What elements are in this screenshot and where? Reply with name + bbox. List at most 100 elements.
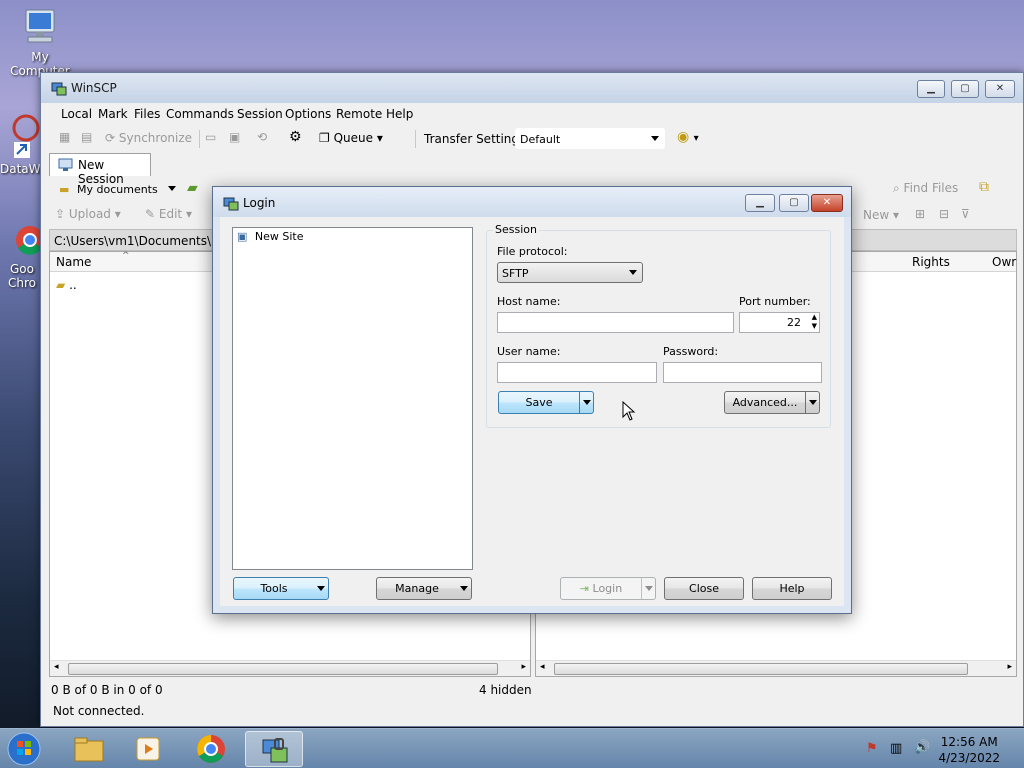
global-icon[interactable]: ◉ ▾ xyxy=(677,129,699,145)
minimize-button[interactable]: ▁ xyxy=(917,80,945,98)
user-name-input[interactable] xyxy=(497,362,657,383)
action-center-icon[interactable]: ⚑ xyxy=(866,741,878,756)
refresh-icon[interactable]: ⟲ xyxy=(257,130,267,144)
port-spin-up[interactable]: ▲ xyxy=(812,313,817,322)
edit-button[interactable]: ✎ Edit ▾ xyxy=(145,207,192,221)
taskbar-explorer[interactable] xyxy=(60,731,118,767)
terminal-icon[interactable]: ▣ xyxy=(229,130,240,144)
column-name[interactable]: Name xyxy=(56,255,91,269)
desktop-icon-my-computer[interactable]: My Computer xyxy=(0,8,80,78)
desktop-icon-google-chrome[interactable]: Goo Chro xyxy=(0,218,44,290)
save-button[interactable]: Save xyxy=(498,391,594,414)
folder-icon xyxy=(74,737,104,762)
maximize-button[interactable]: ▢ xyxy=(779,194,809,212)
maximize-button[interactable]: ▢ xyxy=(951,80,979,98)
transfer-settings-select[interactable]: Default xyxy=(515,128,665,149)
port-number-value: 22 xyxy=(787,316,801,329)
start-button[interactable] xyxy=(6,731,46,767)
tab-new-session[interactable]: New Session xyxy=(49,153,151,186)
winscp-titlebar[interactable]: WinSCP ▁ ▢ ✕ xyxy=(41,73,1023,103)
menu-mark[interactable]: Mark xyxy=(98,107,128,121)
compare-dirs-icon[interactable]: ▦ xyxy=(59,130,70,144)
taskbar-chrome[interactable] xyxy=(182,731,240,767)
menu-remote[interactable]: Remote xyxy=(336,107,382,121)
synchronize-button[interactable]: ⟳ Synchronize xyxy=(105,131,192,145)
scroll-right-icon[interactable]: ▸ xyxy=(521,662,526,672)
sync-browse-icon[interactable]: ▤ xyxy=(81,130,92,144)
local-location-select[interactable]: ▬ My documents xyxy=(55,179,181,200)
menu-help[interactable]: Help xyxy=(386,107,413,121)
filter-icon[interactable]: ⊽ xyxy=(961,207,970,221)
menu-files[interactable]: Files xyxy=(134,107,160,121)
scroll-thumb[interactable] xyxy=(554,663,968,675)
list-item[interactable]: ▰ .. xyxy=(56,278,77,292)
scroll-right-icon[interactable]: ▸ xyxy=(1007,662,1012,672)
menu-session[interactable]: Session xyxy=(237,107,283,121)
remote-horizontal-scrollbar[interactable]: ◂ ▸ xyxy=(536,660,1016,676)
dialog-title: Login xyxy=(243,196,276,210)
help-button[interactable]: Help xyxy=(752,577,832,600)
column-rights[interactable]: Rights xyxy=(912,255,950,269)
file-protocol-select[interactable]: SFTP xyxy=(497,262,643,283)
login-dropdown-arrow[interactable] xyxy=(641,578,655,599)
password-input[interactable] xyxy=(663,362,822,383)
volume-icon[interactable]: 🔊 xyxy=(914,740,930,755)
clock-time: 12:56 AM xyxy=(940,735,998,749)
scroll-left-icon[interactable]: ◂ xyxy=(540,662,545,672)
hidden-files-status: 4 hidden xyxy=(479,683,532,697)
sort-asc-icon: ^ xyxy=(122,251,130,261)
edit-label: Edit xyxy=(158,207,183,221)
manage-button[interactable]: Manage xyxy=(376,577,472,600)
open-folder-icon[interactable]: ▰ xyxy=(187,180,198,196)
taskbar-winscp[interactable] xyxy=(245,731,303,767)
desktop-icon-label: Chro xyxy=(8,276,36,290)
new-label: New xyxy=(863,208,890,222)
gear-icon[interactable]: ⚙ xyxy=(289,129,302,145)
port-spin-down[interactable]: ▼ xyxy=(812,322,817,331)
minimize-button[interactable]: ▁ xyxy=(745,194,775,212)
computer-icon xyxy=(25,9,55,43)
close-button[interactable]: Close xyxy=(664,577,744,600)
port-number-input[interactable]: 22 ▲ ▼ xyxy=(739,312,820,333)
host-name-input[interactable] xyxy=(497,312,734,333)
tools-button[interactable]: Tools xyxy=(233,577,329,600)
system-clock[interactable]: 12:56 AM 4/23/2022 xyxy=(938,734,1000,766)
advanced-button[interactable]: Advanced... xyxy=(724,391,820,414)
save-label: Save xyxy=(525,396,553,409)
console-icon[interactable]: ▭ xyxy=(205,130,216,144)
winscp-app-icon xyxy=(51,82,67,96)
plus-icon[interactable]: ⊞ xyxy=(915,207,925,221)
desktop-icon-label: Goo xyxy=(10,262,34,276)
minus-icon[interactable]: ⊟ xyxy=(939,207,949,221)
login-button[interactable]: ⇥ Login xyxy=(560,577,656,600)
menu-commands[interactable]: Commands xyxy=(166,107,234,121)
column-owner[interactable]: Owr xyxy=(992,255,1016,269)
list-item[interactable]: ▣ New Site xyxy=(237,230,304,243)
scroll-left-icon[interactable]: ◂ xyxy=(54,662,59,672)
menu-options[interactable]: Options xyxy=(285,107,331,121)
site-tree[interactable]: ▣ New Site xyxy=(232,227,473,570)
desktop-icon-datawa[interactable]: DataWa xyxy=(0,112,47,176)
network-icon[interactable]: ▥ xyxy=(890,741,902,756)
tools-label: Tools xyxy=(260,582,288,595)
upload-button[interactable]: ⇪ Upload ▾ xyxy=(55,207,121,221)
close-window-button[interactable]: ✕ xyxy=(985,80,1015,98)
find-files-button[interactable]: ⌕ Find Files xyxy=(893,181,958,196)
taskbar-media-player[interactable] xyxy=(120,731,178,767)
chrome-icon xyxy=(16,226,42,255)
menu-local[interactable]: Local xyxy=(61,107,92,121)
local-horizontal-scrollbar[interactable]: ◂ ▸ xyxy=(50,660,530,676)
tree-icon[interactable]: ⧉ xyxy=(979,179,989,195)
login-label: Login xyxy=(592,582,623,595)
new-button[interactable]: New ▾ xyxy=(863,208,899,222)
login-titlebar[interactable]: Login ▁ ▢ ✕ xyxy=(213,187,851,217)
close-dialog-button[interactable]: ✕ xyxy=(811,194,843,212)
save-dropdown-arrow[interactable] xyxy=(579,392,593,413)
media-player-icon xyxy=(136,737,160,761)
session-groupbox: Session File protocol: SFTP Host name: P… xyxy=(486,223,831,428)
local-path: C:\Users\vm1\Documents\ xyxy=(54,234,212,248)
clock-date: 4/23/2022 xyxy=(938,751,1000,765)
queue-button[interactable]: ❐ Queue ▾ xyxy=(319,131,383,145)
scroll-thumb[interactable] xyxy=(68,663,498,675)
advanced-dropdown-arrow[interactable] xyxy=(805,392,819,413)
